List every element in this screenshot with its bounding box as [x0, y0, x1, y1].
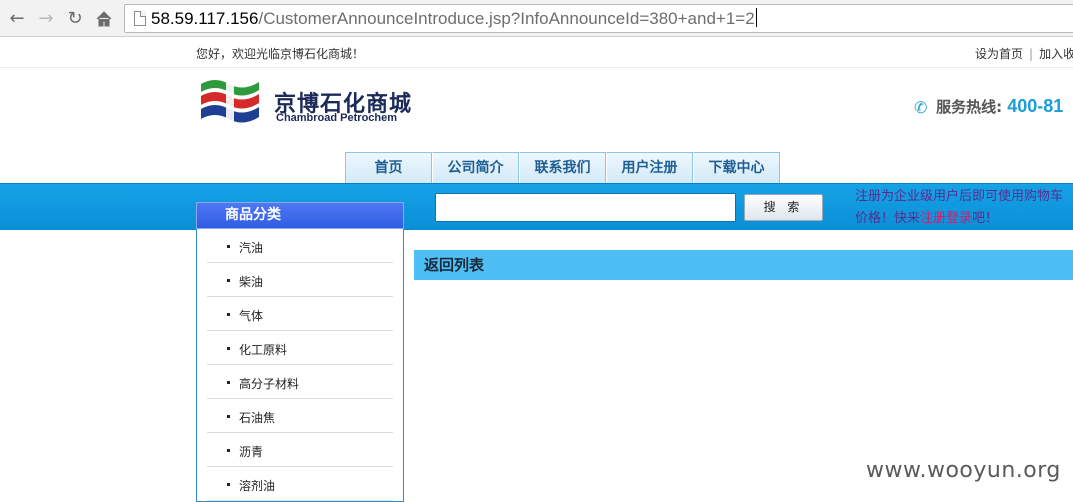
promo-line-2-prefix: 价格！快来	[855, 211, 921, 226]
address-bar[interactable]: 58.59.117.156/CustomerAnnounceIntroduce.…	[124, 4, 1073, 33]
reload-icon[interactable]: ↻	[64, 8, 86, 30]
hotline: ✆ 服务热线: 400-81	[914, 96, 1063, 117]
url-text: 58.59.117.156/CustomerAnnounceIntroduce.…	[151, 8, 757, 28]
nav-tab-home[interactable]: 首页	[345, 152, 432, 183]
category-item-polymers[interactable]: 高分子材料	[207, 365, 393, 399]
register-login-link[interactable]: 注册登录	[920, 211, 972, 226]
category-item-gasoline[interactable]: 汽油	[207, 229, 393, 263]
page-icon	[134, 11, 146, 26]
back-to-list-link[interactable]: 返回列表	[414, 250, 1073, 280]
set-homepage-link[interactable]: 设为首页	[975, 47, 1023, 61]
site-topbar: 您好，欢迎光临京博石化商城！ 设为首页 | 加入收	[0, 37, 1073, 68]
category-header: 商品分类	[196, 202, 404, 229]
promo-line-1: 注册为企业级用户后即可使用购物车	[855, 189, 1064, 204]
watermark: www.wooyun.org	[866, 458, 1061, 483]
phone-icon: ✆	[914, 98, 928, 117]
brand-name-en: Chambroad Petrochem	[276, 112, 398, 124]
category-item-solvent-oil[interactable]: 溶剂油	[207, 467, 393, 501]
browser-toolbar: ← → ↻ 58.59.117.156/CustomerAnnounceIntr…	[0, 0, 1073, 37]
hotline-number: 400-81	[1007, 96, 1064, 116]
company-logo	[201, 80, 259, 126]
category-item-petroleum-coke[interactable]: 石油焦	[207, 399, 393, 433]
category-item-asphalt[interactable]: 沥青	[207, 433, 393, 467]
add-favorite-link[interactable]: 加入收	[1039, 47, 1073, 61]
category-item-gas[interactable]: 气体	[207, 297, 393, 331]
back-arrow-icon[interactable]: ←	[6, 8, 28, 30]
promo-text: 注册为企业级用户后即可使用购物车 价格！快来注册登录吧！	[855, 186, 1073, 230]
category-list: 汽油 柴油 气体 化工原料 高分子材料 石油焦 沥青 溶剂油	[196, 229, 404, 502]
search-input[interactable]	[435, 193, 736, 222]
nav-tab-register[interactable]: 用户注册	[606, 152, 693, 183]
category-item-diesel[interactable]: 柴油	[207, 263, 393, 297]
nav-tab-about[interactable]: 公司简介	[432, 152, 519, 183]
promo-line-2-suffix: 吧！	[972, 211, 999, 226]
category-item-chemicals[interactable]: 化工原料	[207, 331, 393, 365]
main-nav: 首页 公司简介 联系我们 用户注册 下载中心	[345, 152, 780, 183]
nav-tab-contact[interactable]: 联系我们	[519, 152, 606, 183]
hotline-label: 服务热线:	[936, 98, 1003, 116]
nav-tab-download[interactable]: 下载中心	[693, 152, 780, 183]
forward-arrow-icon[interactable]: →	[35, 8, 57, 30]
welcome-text: 您好，欢迎光临京博石化商城！	[196, 47, 365, 61]
search-button[interactable]: 搜 索	[744, 194, 823, 221]
home-icon[interactable]	[93, 8, 115, 30]
